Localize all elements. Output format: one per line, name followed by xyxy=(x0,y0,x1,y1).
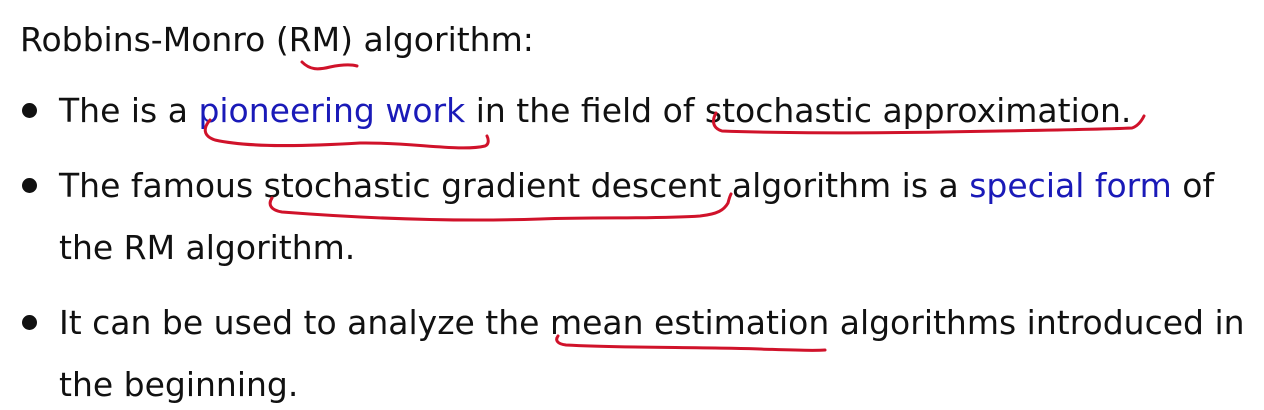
text-segment: The is a xyxy=(59,91,199,130)
bullet-text: It can be used to analyze the mean estim… xyxy=(59,292,1249,410)
bullet-dot xyxy=(22,315,37,330)
highlight-pioneering-work: pioneering work xyxy=(198,91,466,130)
emphasis-stochastic-gradient-descent: stochastic gradient descent xyxy=(263,166,722,205)
bullet-text: The famous stochastic gradient descent a… xyxy=(59,155,1249,279)
bullet-line: The famous stochastic gradient descent a… xyxy=(59,155,1249,217)
heading-text-before: Robbins-Monro ( xyxy=(20,20,289,59)
bullet-line: The is a pioneering work in the field of… xyxy=(59,80,1249,142)
heading-text-after: ) algorithm: xyxy=(340,20,534,59)
bullet-text: The is a pioneering work in the field of… xyxy=(59,80,1249,142)
emphasis-stochastic-approximation: stochastic approximation. xyxy=(704,91,1132,130)
text-segment: algorithms introduced in xyxy=(829,303,1245,342)
bullet-dot xyxy=(22,103,37,118)
bullet-line: the RM algorithm. xyxy=(59,228,356,267)
bullet-dot xyxy=(22,178,37,193)
text-segment: of xyxy=(1171,166,1215,205)
highlight-special-form: special form xyxy=(969,166,1172,205)
emphasis-mean-estimation: mean estimation xyxy=(549,303,830,342)
heading-acronym-rm: RM xyxy=(288,20,341,59)
text-segment: in the field of xyxy=(465,91,705,130)
slide-heading: Robbins-Monro (RM) algorithm: xyxy=(20,16,534,64)
text-segment: It can be used to analyze the xyxy=(59,303,550,342)
bullet-line: It can be used to analyze the mean estim… xyxy=(59,292,1249,354)
slide: Robbins-Monro (RM) algorithm: The is a p… xyxy=(0,0,1264,410)
text-segment: algorithm is a xyxy=(721,166,970,205)
text-segment: The famous xyxy=(59,166,264,205)
bullet-line: the beginning. xyxy=(59,365,299,404)
